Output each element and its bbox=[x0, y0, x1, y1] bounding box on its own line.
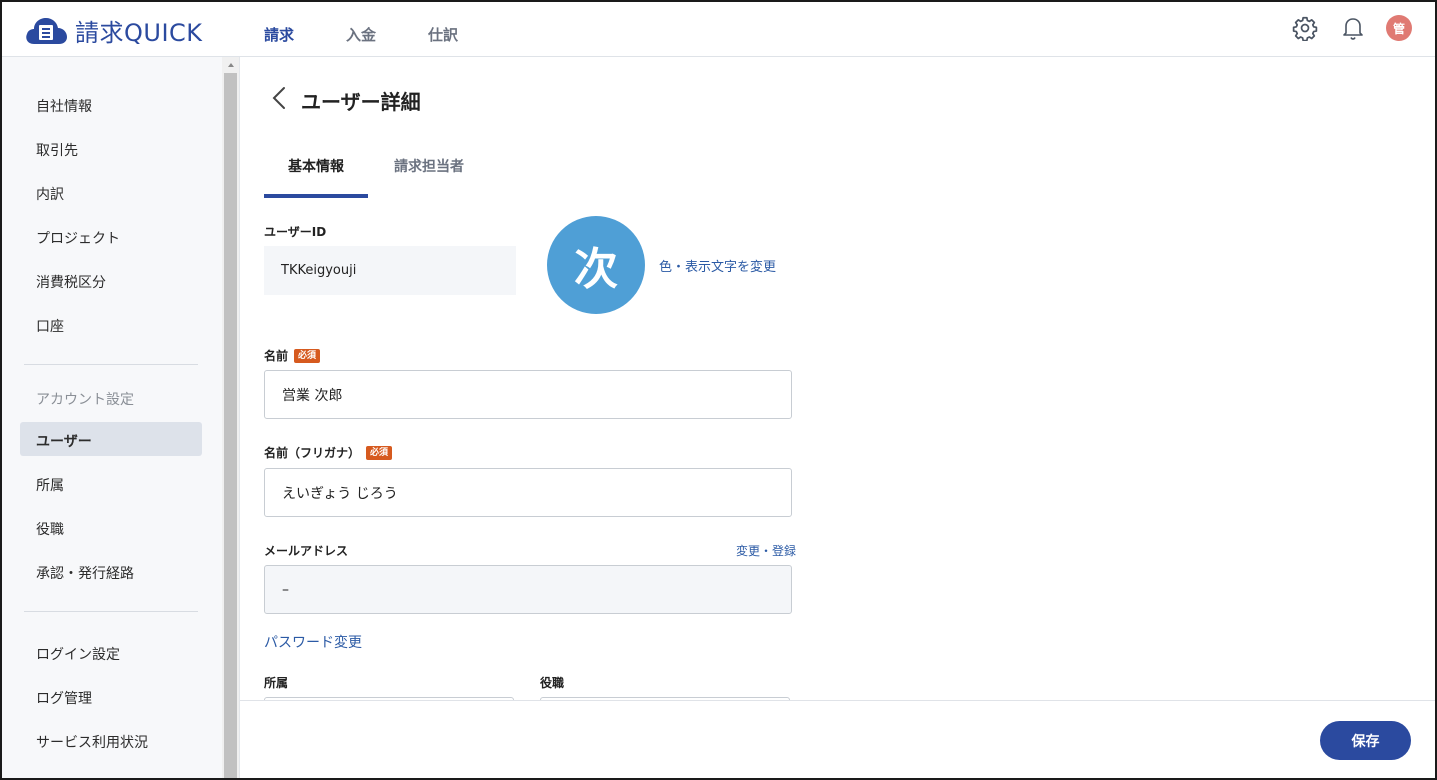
sidebar-item-log-management[interactable]: ログ管理 bbox=[36, 688, 92, 708]
name-input[interactable]: 営業 次郎 bbox=[264, 370, 792, 419]
kana-label: 名前（フリガナ） 必須 bbox=[264, 444, 393, 461]
tab-billing-contact[interactable]: 請求担当者 bbox=[394, 156, 464, 176]
scroll-up-arrow-icon[interactable] bbox=[222, 57, 239, 73]
sidebar: 自社情報 取引先 内訳 プロジェクト 消費税区分 口座 アカウント設定 ユーザー… bbox=[0, 57, 222, 780]
page-title: ユーザー詳細 bbox=[301, 90, 421, 114]
content-border bbox=[239, 57, 240, 780]
tab-basic-info[interactable]: 基本情報 bbox=[288, 156, 344, 176]
app-header: 請求QUICK 請求 入金 仕訳 管 bbox=[0, 0, 1437, 57]
change-avatar-link[interactable]: 色・表示文字を変更 bbox=[659, 256, 776, 275]
sidebar-item-service-usage[interactable]: サービス利用状況 bbox=[36, 732, 148, 752]
topnav-journal[interactable]: 仕訳 bbox=[428, 24, 510, 45]
settings-gear-icon[interactable] bbox=[1291, 14, 1319, 42]
email-value: – bbox=[282, 581, 289, 598]
kana-value: えいぎょう じろう bbox=[282, 485, 398, 502]
position-label: 役職 bbox=[540, 676, 565, 690]
sidebar-item-users[interactable]: ユーザー bbox=[36, 431, 92, 451]
active-tab-indicator bbox=[264, 194, 368, 198]
sidebar-item-positions[interactable]: 役職 bbox=[36, 519, 64, 539]
scrollbar-thumb[interactable] bbox=[224, 73, 237, 780]
action-footer bbox=[240, 700, 1437, 780]
email-field: – bbox=[264, 565, 792, 614]
email-label: メールアドレス bbox=[264, 544, 349, 558]
department-label: 所属 bbox=[264, 676, 289, 690]
topnav-payment[interactable]: 入金 bbox=[346, 24, 428, 45]
sidebar-section-account-settings: アカウント設定 bbox=[36, 392, 134, 408]
sidebar-scrollbar[interactable] bbox=[222, 57, 239, 780]
logo-text: 請求QUICK bbox=[75, 19, 203, 47]
app-logo[interactable]: 請求QUICK bbox=[24, 13, 203, 48]
email-change-link[interactable]: 変更・登録 bbox=[736, 542, 796, 559]
sidebar-item-breakdown[interactable]: 内訳 bbox=[36, 184, 64, 204]
sidebar-item-company-info[interactable]: 自社情報 bbox=[36, 96, 92, 116]
sidebar-item-login-settings[interactable]: ログイン設定 bbox=[36, 644, 120, 664]
topnav-invoice[interactable]: 請求 bbox=[264, 24, 346, 45]
sidebar-item-bank-account[interactable]: 口座 bbox=[36, 316, 64, 336]
required-badge: 必須 bbox=[294, 348, 321, 363]
back-chevron-icon[interactable] bbox=[268, 86, 290, 110]
logo-cloud-icon bbox=[26, 17, 67, 44]
name-label: 名前 必須 bbox=[264, 347, 321, 364]
sidebar-item-tax-category[interactable]: 消費税区分 bbox=[36, 272, 106, 292]
account-avatar[interactable]: 管 bbox=[1386, 15, 1412, 41]
user-avatar: 次 bbox=[547, 216, 645, 314]
user-id-value: TKKeigyouji bbox=[281, 263, 357, 278]
name-value: 営業 次郎 bbox=[282, 387, 343, 404]
user-id-field: TKKeigyouji bbox=[264, 246, 516, 295]
sidebar-item-project[interactable]: プロジェクト bbox=[36, 228, 120, 248]
user-id-label: ユーザーID bbox=[264, 225, 327, 239]
sidebar-divider bbox=[24, 364, 198, 365]
kana-input[interactable]: えいぎょう じろう bbox=[264, 468, 792, 517]
sidebar-item-clients[interactable]: 取引先 bbox=[36, 140, 78, 160]
sidebar-item-approval-route[interactable]: 承認・発行経路 bbox=[36, 563, 134, 583]
top-nav: 請求 入金 仕訳 bbox=[264, 24, 510, 45]
notification-bell-icon[interactable] bbox=[1339, 14, 1367, 42]
required-badge: 必須 bbox=[366, 445, 393, 460]
sidebar-divider bbox=[24, 611, 198, 612]
sidebar-item-departments[interactable]: 所属 bbox=[36, 475, 64, 495]
save-button[interactable]: 保存 bbox=[1320, 721, 1411, 760]
password-change-link[interactable]: パスワード変更 bbox=[264, 632, 362, 652]
